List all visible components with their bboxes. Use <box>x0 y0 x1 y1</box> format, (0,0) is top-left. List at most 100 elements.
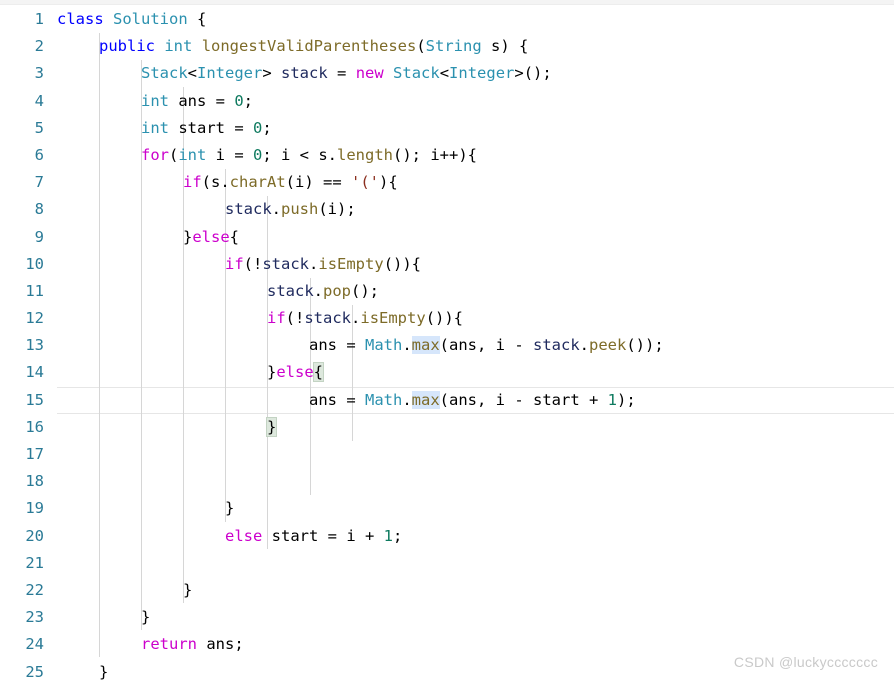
code-line[interactable]: 16} <box>0 414 894 441</box>
code-line[interactable]: 22} <box>0 577 894 604</box>
code-token: { <box>187 10 207 28</box>
line-source[interactable]: } <box>57 659 108 686</box>
code-line[interactable]: 6 for(int i = 0; i < s.length(); i++){ <box>0 142 894 169</box>
line-number: 4 <box>34 91 44 110</box>
code-token: 1 <box>383 526 393 545</box>
line-source[interactable]: return ans; <box>57 631 244 658</box>
line-source[interactable]: ans = Math.max(ans, i - start + 1); <box>57 387 636 414</box>
code-token: ans = <box>309 336 365 355</box>
code-token: { <box>312 362 325 383</box>
code-token: (s. <box>201 173 230 192</box>
code-token: = <box>327 64 356 83</box>
code-line[interactable]: 15 ans = Math.max(ans, i - start + 1); <box>0 386 894 415</box>
code-content-area[interactable]: 1 class Solution { 2 public int longestVali… <box>0 6 894 684</box>
line-source[interactable]: stack.push(i); <box>57 196 356 223</box>
code-line[interactable]: 21 <box>0 550 894 577</box>
code-token: Integer <box>197 64 263 83</box>
code-line[interactable]: 11 stack.pop(); <box>0 278 894 305</box>
line-number: 2 <box>34 37 44 56</box>
code-token: stack <box>281 64 328 83</box>
line-source[interactable]: else start = i + 1; <box>57 523 402 550</box>
line-number: 15 <box>25 390 44 409</box>
code-line[interactable]: 19} <box>0 495 894 522</box>
code-token: < <box>439 64 450 83</box>
line-source[interactable]: Stack<Integer> stack = new Stack<Integer… <box>57 60 552 87</box>
code-token: stack <box>304 309 352 328</box>
line-number: 7 <box>34 173 44 192</box>
code-line[interactable]: 1 class Solution { <box>0 6 894 33</box>
code-token: start = <box>169 118 253 137</box>
line-number: 17 <box>25 445 44 463</box>
code-token: Stack <box>393 64 440 83</box>
code-token: ; <box>393 526 403 545</box>
code-line[interactable]: 14}else{ <box>0 359 894 386</box>
code-token: . <box>351 309 361 328</box>
line-source[interactable]: if(!stack.isEmpty()){ <box>57 305 463 332</box>
code-token: stack <box>533 336 580 355</box>
code-token: ans = <box>309 390 365 409</box>
code-line[interactable]: 2 public int longestValidParentheses(Stri… <box>0 33 894 60</box>
code-line[interactable]: 20 else start = i + 1; <box>0 523 894 550</box>
code-line[interactable]: 5 int start = 0; <box>0 115 894 142</box>
line-number: 20 <box>25 526 44 545</box>
code-token: ){ <box>379 173 398 192</box>
line-source[interactable]: } <box>57 577 192 604</box>
code-line[interactable]: 12 if(!stack.isEmpty()){ <box>0 305 894 332</box>
code-token: max <box>411 336 440 355</box>
code-line[interactable]: 23} <box>0 604 894 631</box>
line-source[interactable]: int ans = 0; <box>57 88 253 115</box>
code-line[interactable]: 18 <box>0 468 894 495</box>
code-token: int <box>178 145 207 164</box>
code-line[interactable]: 17 <box>0 441 894 468</box>
code-token: . <box>402 390 412 409</box>
line-source[interactable]: for(int i = 0; i < s.length(); i++){ <box>57 142 477 169</box>
line-source[interactable]: } <box>57 495 234 522</box>
code-line[interactable]: 3 Stack<Integer> stack = new Stack<Intege… <box>0 60 894 87</box>
line-number: 13 <box>25 336 44 355</box>
code-line[interactable]: 7 if(s.charAt(i) == '('){ <box>0 169 894 196</box>
code-token: return <box>141 635 197 654</box>
line-source[interactable]: class Solution { <box>57 6 206 33</box>
code-token: . <box>309 254 319 273</box>
code-token: ); <box>617 390 636 409</box>
code-line[interactable]: 10 if(!stack.isEmpty()){ <box>0 251 894 278</box>
code-token: } <box>225 499 235 518</box>
line-number: 24 <box>25 635 44 654</box>
code-token: } <box>141 608 151 627</box>
code-line[interactable]: 9 }else{ <box>0 224 894 251</box>
line-source[interactable]: if(!stack.isEmpty()){ <box>57 251 421 278</box>
line-number: 1 <box>34 10 44 28</box>
code-token: ()){ <box>383 254 422 273</box>
line-source[interactable]: int start = 0; <box>57 115 272 142</box>
line-number: 9 <box>34 227 44 246</box>
code-lines[interactable]: 1 class Solution { 2 public int longestVali… <box>0 6 894 686</box>
line-number: 8 <box>34 200 44 219</box>
code-line[interactable]: 4 int ans = 0; <box>0 88 894 115</box>
line-source[interactable]: } <box>57 604 150 631</box>
line-source[interactable]: ans = Math.max(ans, i - stack.peek()); <box>57 332 664 359</box>
code-token: . <box>402 336 412 355</box>
code-line[interactable]: 13 ans = Math.max(ans, i - stack.peek()); <box>0 332 894 359</box>
code-token: stack <box>267 281 314 300</box>
line-source[interactable]: public int longestValidParentheses(Strin… <box>57 33 528 60</box>
line-source[interactable]: if(s.charAt(i) == '('){ <box>57 169 398 196</box>
code-token: s <box>481 37 501 56</box>
code-token: charAt <box>229 173 286 192</box>
code-token: if <box>183 173 202 192</box>
code-token: (! <box>285 309 305 328</box>
code-token: public <box>99 37 155 56</box>
line-source[interactable]: }else{ <box>57 224 239 251</box>
line-source[interactable]: stack.pop(); <box>57 278 379 305</box>
code-token: ( <box>169 145 179 164</box>
line-number: 25 <box>25 662 44 681</box>
code-token: stack <box>225 200 272 219</box>
code-line[interactable]: 8 stack.push(i); <box>0 196 894 223</box>
code-token: ; <box>243 91 254 110</box>
code-token: length <box>337 145 394 164</box>
code-token: for <box>141 145 169 164</box>
code-editor[interactable]: 1 class Solution { 2 public int longestVali… <box>0 0 894 684</box>
code-token: start = i + <box>262 526 384 545</box>
line-source[interactable]: }else{ <box>57 359 325 386</box>
line-source[interactable]: } <box>57 414 278 441</box>
